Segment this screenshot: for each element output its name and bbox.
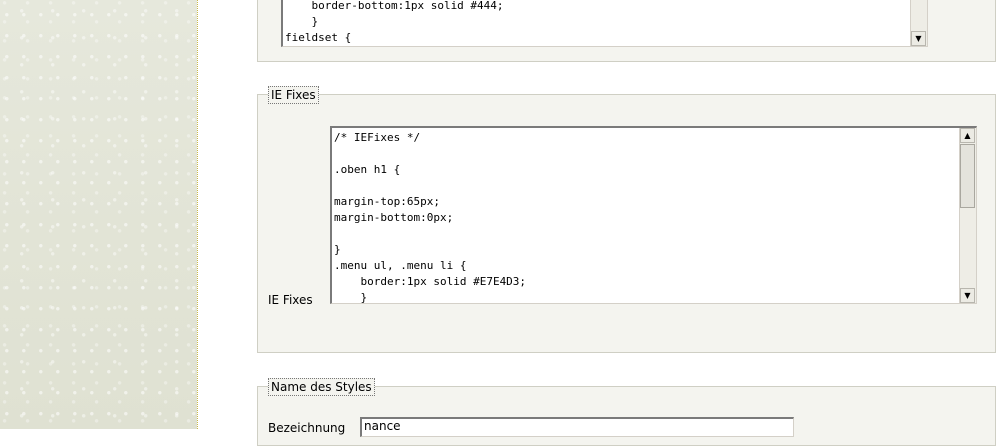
bezeichnung-input[interactable]: nance [360, 417, 794, 437]
ie-fixes-scrollbar[interactable]: ▲ ▼ [959, 128, 976, 303]
scroll-up-icon[interactable]: ▲ [960, 128, 975, 143]
name-des-styles-legend: Name des Styles [268, 378, 375, 396]
scroll-thumb[interactable] [960, 144, 975, 208]
bezeichnung-label: Bezeichnung [268, 421, 346, 435]
scroll-down-icon[interactable]: ▼ [911, 31, 926, 46]
scroll-down-icon[interactable]: ▼ [960, 288, 975, 303]
ie-fixes-legend: IE Fixes [268, 86, 319, 104]
ie-fixes-textarea[interactable]: /* IEFixes */ .oben h1 { margin-top:65px… [330, 126, 977, 304]
top-textarea-scrollbar[interactable]: ▼ [910, 0, 927, 46]
sidebar-divider [197, 0, 198, 429]
left-sidebar-background [0, 0, 197, 429]
ie-fixes-textarea-text: /* IEFixes */ .oben h1 { margin-top:65px… [334, 131, 527, 304]
ie-fixes-label: IE Fixes [268, 293, 313, 307]
top-css-textarea-text: border-bottom:1px solid #444; } fieldset… [285, 0, 504, 44]
top-css-textarea[interactable]: border-bottom:1px solid #444; } fieldset… [281, 0, 928, 47]
